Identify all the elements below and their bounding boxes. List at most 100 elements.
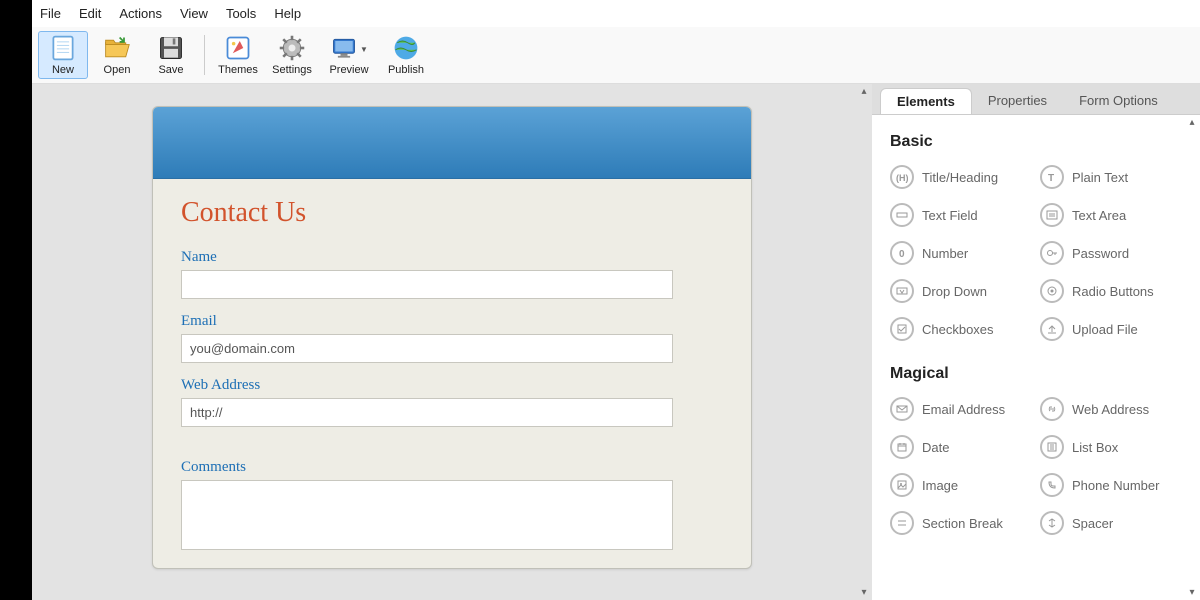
element-spacer[interactable]: Spacer [1040,511,1182,535]
element-label: List Box [1072,440,1118,455]
element-email-address[interactable]: Email Address [890,397,1032,421]
toolbar-themes-label: Themes [218,64,258,76]
scroll-down-icon[interactable]: ▾ [861,587,866,598]
form-canvas[interactable]: Contact Us Name Email Web Address Commen… [152,106,752,569]
element-list-box[interactable]: List Box [1040,435,1182,459]
sidepanel-scrollbar[interactable]: ▴ ▾ [1184,115,1200,600]
section-magical-title: Magical [890,365,1182,383]
element-label: Password [1072,246,1129,261]
spacer-icon [1040,511,1064,535]
publish-icon [392,34,420,62]
side-panel: Elements Properties Form Options Basic (… [872,84,1200,600]
menu-help[interactable]: Help [274,6,301,21]
element-label: Spacer [1072,516,1113,531]
new-icon [49,34,77,62]
menu-view[interactable]: View [180,6,208,21]
settings-icon [278,34,306,62]
toolbar-settings-label: Settings [272,64,312,76]
element-label: Email Address [922,402,1005,417]
element-label: Drop Down [922,284,987,299]
svg-text:0: 0 [899,249,905,259]
form-title[interactable]: Contact Us [181,197,723,229]
element-label: Web Address [1072,402,1149,417]
name-input[interactable] [181,270,673,299]
listbox-icon [1040,435,1064,459]
workspace: Contact Us Name Email Web Address Commen… [32,84,1200,600]
element-password[interactable]: Password [1040,241,1182,265]
section-break-icon [890,511,914,535]
save-icon [157,34,185,62]
element-date[interactable]: Date [890,435,1032,459]
comments-textarea[interactable] [181,480,673,550]
element-upload-file[interactable]: Upload File [1040,317,1182,341]
menu-file[interactable]: File [40,6,61,21]
menu-edit[interactable]: Edit [79,6,101,21]
form-header [153,107,751,179]
tab-form-options[interactable]: Form Options [1063,88,1174,114]
element-checkboxes[interactable]: Checkboxes [890,317,1032,341]
toolbar-publish-button[interactable]: Publish [381,31,431,79]
element-label: Image [922,478,958,493]
element-label: Upload File [1072,322,1138,337]
magical-elements-grid: Email Address Web Address Date List Box … [890,397,1182,535]
toolbar-save-label: Save [158,64,183,76]
tab-elements[interactable]: Elements [880,88,972,114]
element-label: Text Field [922,208,978,223]
web-address-input[interactable] [181,398,673,427]
section-basic-title: Basic [890,133,1182,151]
email-label: Email [181,313,723,330]
element-label: Plain Text [1072,170,1128,185]
comments-label: Comments [181,459,723,476]
element-image[interactable]: Image [890,473,1032,497]
menu-tools[interactable]: Tools [226,6,256,21]
toolbar-new-button[interactable]: New [38,31,88,79]
element-label: Section Break [922,516,1003,531]
element-text-area[interactable]: Text Area [1040,203,1182,227]
name-label: Name [181,249,723,266]
element-web-address[interactable]: Web Address [1040,397,1182,421]
preview-icon [330,34,358,62]
element-section-break[interactable]: Section Break [890,511,1032,535]
element-label: Date [922,440,949,455]
textfield-icon [890,203,914,227]
element-radio-buttons[interactable]: Radio Buttons [1040,279,1182,303]
scroll-down-icon[interactable]: ▾ [1189,587,1194,598]
form-body: Contact Us Name Email Web Address Commen… [153,179,751,568]
side-tabs: Elements Properties Form Options [872,84,1200,114]
number-icon: 0 [890,241,914,265]
element-number[interactable]: 0Number [890,241,1032,265]
toolbar-publish-label: Publish [388,64,424,76]
toolbar-save-button[interactable]: Save [146,31,196,79]
element-label: Phone Number [1072,478,1159,493]
web-address-label: Web Address [181,377,723,394]
element-label: Text Area [1072,208,1126,223]
toolbar-themes-button[interactable]: Themes [213,31,263,79]
svg-text:T: T [1048,173,1054,183]
toolbar-settings-button[interactable]: Settings [267,31,317,79]
scroll-up-icon[interactable]: ▴ [1189,117,1194,128]
dropdown-caret-icon[interactable]: ▼ [360,45,368,54]
canvas-scrollbar[interactable]: ▴ ▾ [856,84,872,600]
tab-properties[interactable]: Properties [972,88,1063,114]
toolbar-preview-button[interactable]: ▼ Preview [321,31,377,79]
scroll-up-icon[interactable]: ▴ [861,86,866,97]
open-icon [103,34,131,62]
app-window: File Edit Actions View Tools Help New Op… [32,0,1200,600]
heading-icon: (H) [890,165,914,189]
svg-text:(H): (H) [896,173,908,183]
toolbar-open-label: Open [104,64,131,76]
dropdown-icon [890,279,914,303]
toolbar-new-label: New [52,64,74,76]
element-drop-down[interactable]: Drop Down [890,279,1032,303]
textarea-icon [1040,203,1064,227]
element-title-heading[interactable]: (H)Title/Heading [890,165,1032,189]
toolbar-preview-label: Preview [329,64,368,76]
menubar: File Edit Actions View Tools Help [32,0,1200,27]
element-plain-text[interactable]: T Plain Text [1040,165,1182,189]
element-phone-number[interactable]: Phone Number [1040,473,1182,497]
menu-actions[interactable]: Actions [119,6,162,21]
email-input[interactable] [181,334,673,363]
toolbar-open-button[interactable]: Open [92,31,142,79]
toolbar: New Open Save Themes Settings ▼ Preview [32,27,1200,84]
element-text-field[interactable]: Text Field [890,203,1032,227]
